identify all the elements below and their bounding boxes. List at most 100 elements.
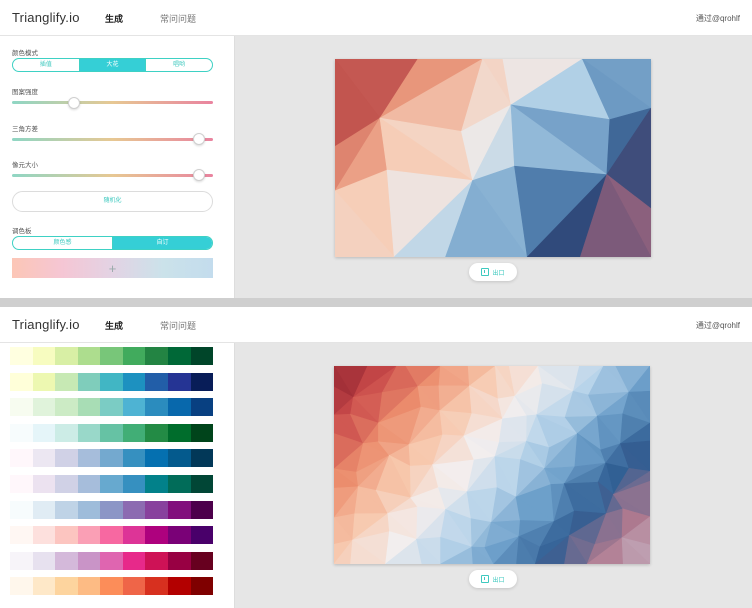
swatch-color — [100, 577, 123, 596]
triangle-pattern-image — [335, 59, 651, 257]
randomize-button[interactable]: 随机化 — [12, 191, 213, 212]
swatch-color — [77, 577, 101, 596]
pattern-preview — [335, 59, 651, 257]
nav-faq[interactable]: 常问问题 — [160, 12, 196, 25]
nav-generate[interactable]: 生成 — [105, 12, 123, 25]
brand-logo[interactable]: Trianglify.io — [12, 10, 80, 25]
swatch-color — [10, 423, 33, 442]
color-mode-option-1[interactable]: 插值 — [13, 59, 80, 71]
swatch-color — [145, 577, 168, 596]
swatch-color — [100, 423, 123, 442]
palette-swatch-row[interactable] — [10, 347, 214, 365]
swatch-color — [145, 398, 168, 417]
export-button[interactable]: 出口 — [469, 263, 517, 281]
swatch-color — [122, 551, 146, 570]
swatch-color — [10, 500, 33, 519]
pattern-intensity-slider[interactable] — [12, 101, 213, 104]
app-window-palettes: Trianglify.io 生成 常问问题 通过@qrohlf 出口 — [0, 307, 752, 608]
author-credit[interactable]: 通过@qrohlf — [696, 13, 740, 24]
swatch-color — [55, 398, 78, 417]
swatch-color — [77, 372, 101, 391]
swatch-color — [145, 347, 168, 365]
palette-label: 调色板 — [12, 228, 32, 235]
palette-swatch-row[interactable] — [10, 551, 214, 570]
pattern-intensity-handle[interactable] — [68, 97, 81, 109]
app-window-settings: Trianglify.io 生成 常问问题 通过@qrohlf 颜色模式 插值 … — [0, 0, 752, 298]
export-label: 出口 — [492, 270, 505, 277]
palette-tabs: 颜色感 自订 — [12, 236, 213, 250]
swatch-color — [122, 423, 146, 442]
settings-sidebar: 颜色模式 插值 大花 唱哟 图案强度 三角方差 像元大小 随机化 调色板 颜色感… — [0, 36, 235, 298]
palette-swatch-row[interactable] — [10, 449, 214, 468]
palette-sidebar — [0, 343, 235, 608]
swatch-color — [55, 551, 78, 570]
color-mode-option-3[interactable]: 唱哟 — [146, 59, 212, 71]
swatch-color — [10, 526, 33, 545]
swatch-color — [145, 423, 168, 442]
swatch-color — [122, 347, 146, 365]
swatch-color — [55, 372, 78, 391]
swatch-color — [167, 526, 191, 545]
swatch-color — [10, 347, 33, 365]
swatch-color — [190, 449, 214, 468]
palette-tab-brewer[interactable]: 颜色感 — [13, 237, 113, 249]
swatch-color — [100, 526, 123, 545]
nav-faq[interactable]: 常问问题 — [160, 319, 196, 332]
swatch-color — [77, 475, 101, 493]
cell-size-handle[interactable] — [192, 169, 205, 181]
variance-handle[interactable] — [192, 133, 205, 145]
swatch-color — [167, 347, 191, 365]
swatch-color — [122, 372, 146, 391]
cell-size-slider[interactable] — [12, 174, 213, 177]
palette-tab-custom[interactable]: 自订 — [113, 237, 212, 249]
color-mode-option-2[interactable]: 大花 — [79, 59, 147, 71]
export-label: 出口 — [492, 577, 505, 584]
swatch-color — [32, 475, 56, 493]
top-nav-bar: Trianglify.io 生成 常问问题 通过@qrohlf — [0, 0, 752, 36]
swatch-color — [10, 577, 33, 596]
brand-logo[interactable]: Trianglify.io — [12, 317, 80, 332]
swatch-color — [167, 551, 191, 570]
swatch-color — [32, 347, 56, 365]
swatch-color — [10, 398, 33, 417]
swatch-color — [77, 449, 101, 468]
swatch-color — [10, 551, 33, 570]
palette-swatch-row[interactable] — [10, 398, 214, 417]
palette-swatch-row[interactable] — [10, 500, 214, 519]
author-credit[interactable]: 通过@qrohlf — [696, 320, 740, 331]
swatch-color — [167, 577, 191, 596]
swatch-color — [100, 551, 123, 570]
swatch-color — [190, 577, 214, 596]
swatch-color — [190, 347, 214, 365]
nav-generate[interactable]: 生成 — [105, 319, 123, 332]
swatch-color — [55, 577, 78, 596]
swatch-color — [167, 423, 191, 442]
variance-slider[interactable] — [12, 138, 213, 141]
swatch-color — [55, 500, 78, 519]
swatch-color — [122, 449, 146, 468]
palette-swatch-row[interactable] — [10, 526, 214, 545]
palette-swatch-row[interactable] — [10, 372, 214, 391]
pattern-preview — [334, 366, 650, 564]
swatch-color — [122, 475, 146, 493]
swatch-color — [77, 398, 101, 417]
palette-swatch-row[interactable] — [10, 475, 214, 493]
swatch-color — [32, 423, 56, 442]
custom-palette-bar[interactable]: + — [12, 258, 213, 278]
plus-icon[interactable]: + — [109, 261, 117, 276]
pattern-intensity-label: 图案强度 — [12, 89, 38, 96]
swatch-color — [32, 551, 56, 570]
swatch-color — [190, 500, 214, 519]
swatch-color — [77, 526, 101, 545]
swatch-color — [32, 372, 56, 391]
swatch-color — [145, 372, 168, 391]
swatch-color — [10, 372, 33, 391]
triangle-pattern-image — [334, 366, 650, 564]
export-button[interactable]: 出口 — [469, 570, 517, 588]
palette-swatch-row[interactable] — [10, 577, 214, 596]
swatch-color — [190, 475, 214, 493]
top-nav-bar: Trianglify.io 生成 常问问题 通过@qrohlf — [0, 307, 752, 343]
swatch-color — [122, 500, 146, 519]
palette-swatch-row[interactable] — [10, 423, 214, 442]
swatch-color — [145, 449, 168, 468]
